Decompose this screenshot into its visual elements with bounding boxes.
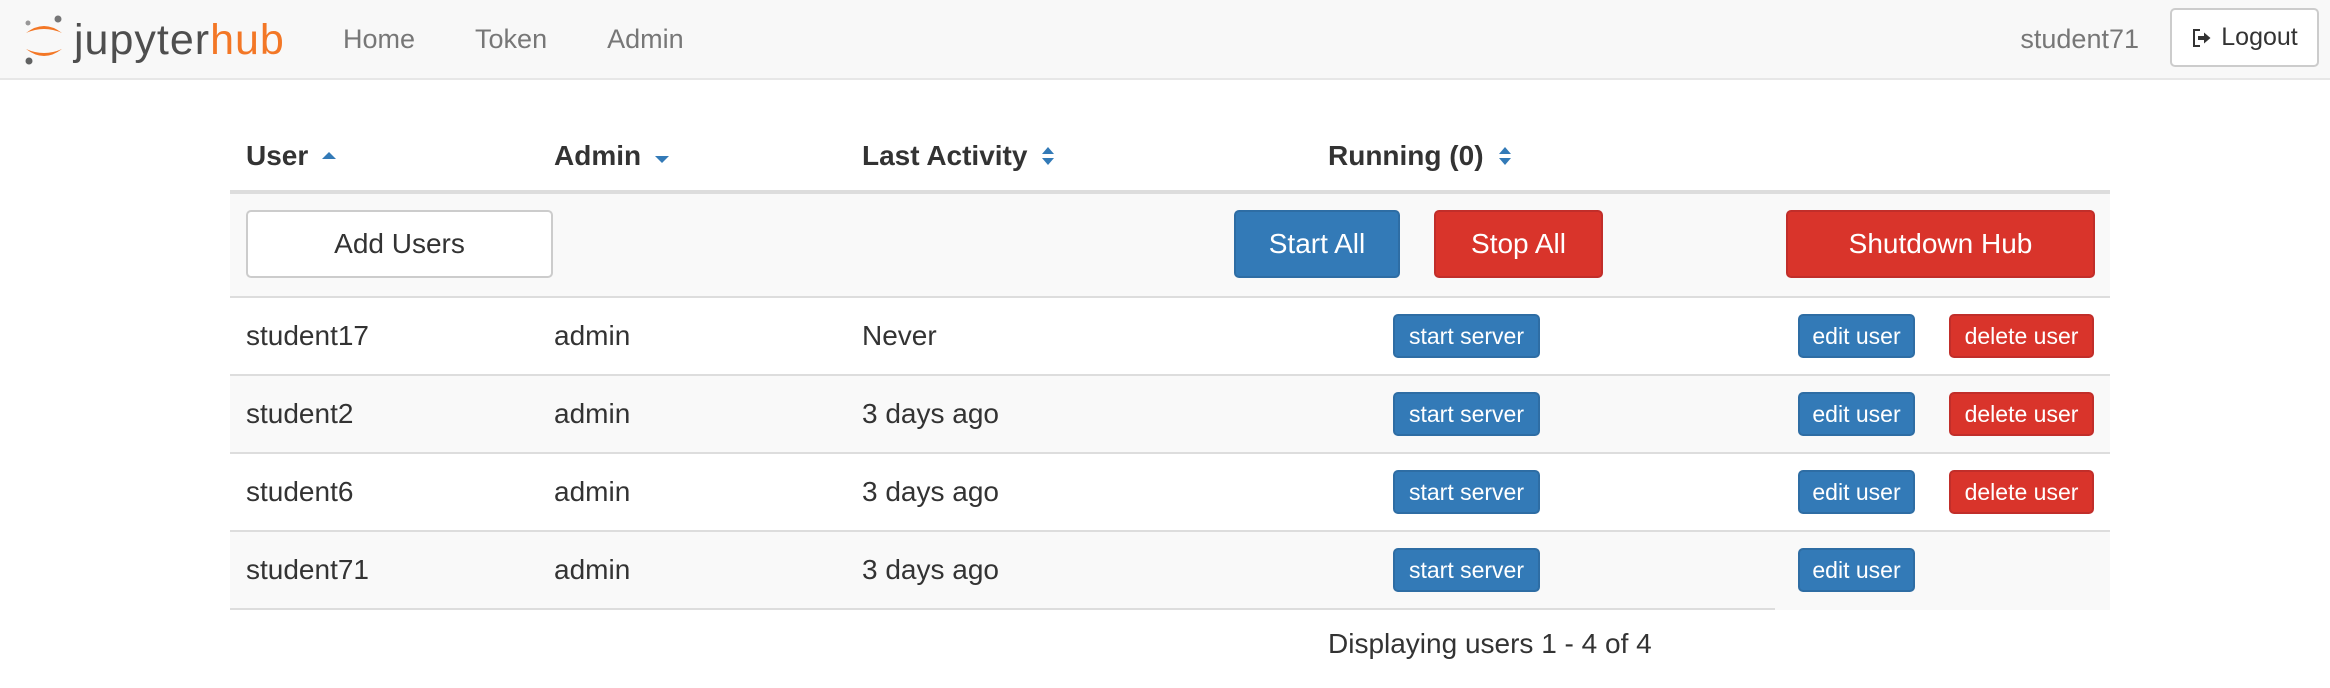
sort-icon: [1498, 147, 1511, 165]
last-activity-cell: 3 days ago: [862, 554, 999, 585]
table-row: student2 admin 3 days ago start server e…: [230, 376, 2110, 454]
delete-user-button[interactable]: delete user: [1949, 392, 2094, 436]
table-header: User Admin Last Activity Running (0): [230, 118, 2110, 194]
nav-links: Home Token Admin: [313, 0, 714, 78]
sign-out-icon: [2193, 28, 2211, 47]
nav-link-home[interactable]: Home: [313, 24, 445, 55]
admin-cell: admin: [554, 554, 631, 585]
header-running-label: Running (0): [1328, 140, 1484, 171]
users-table: User Admin Last Activity Running (0) Add…: [230, 118, 2110, 610]
shutdown-hub-button[interactable]: Shutdown Hub: [1786, 210, 2095, 278]
nav-link-admin[interactable]: Admin: [577, 24, 714, 55]
edit-user-button[interactable]: edit user: [1798, 314, 1915, 358]
delete-user-button[interactable]: delete user: [1949, 314, 2094, 358]
last-activity-cell: 3 days ago: [862, 398, 999, 429]
admin-cell: admin: [554, 320, 631, 351]
last-activity-cell: Never: [862, 320, 937, 351]
sort-asc-icon: [322, 152, 337, 159]
controls-row: Add Users Start All Stop All Shutdown Hu…: [230, 194, 2110, 298]
user-name-cell: student6: [246, 476, 354, 507]
logo-text: jupyterhub: [74, 15, 285, 64]
start-server-button[interactable]: start server: [1393, 392, 1540, 436]
admin-cell: admin: [554, 398, 631, 429]
current-username: student71: [2020, 23, 2139, 54]
admin-cell: admin: [554, 476, 631, 507]
navbar: jupyterhub Home Token Admin student71 Lo…: [0, 0, 2330, 80]
jupyterhub-logo[interactable]: jupyterhub: [20, 8, 285, 72]
add-users-button[interactable]: Add Users: [246, 210, 553, 278]
sort-icon: [1042, 147, 1055, 165]
start-server-button[interactable]: start server: [1393, 314, 1540, 358]
start-all-button[interactable]: Start All: [1234, 210, 1400, 278]
sort-by-running-header[interactable]: Running (0): [1328, 140, 1514, 172]
header-admin-label: Admin: [554, 140, 642, 171]
pagination-info: Displaying users 1 - 4 of 4: [1328, 628, 1652, 659]
header-last-activity-label: Last Activity: [862, 140, 1028, 171]
logo-text-jupyter: jupyter: [74, 15, 211, 64]
logout-button[interactable]: Logout: [2170, 8, 2319, 67]
delete-user-button[interactable]: delete user: [1949, 470, 2094, 514]
user-name-cell: student2: [246, 398, 354, 429]
jupyter-logo-icon: [25, 15, 62, 65]
sort-desc-icon: [655, 156, 670, 163]
user-name-cell: student17: [246, 320, 369, 351]
sort-by-user-header[interactable]: User: [246, 140, 338, 172]
sort-by-admin-header[interactable]: Admin: [554, 140, 671, 172]
start-server-button[interactable]: start server: [1393, 548, 1540, 592]
user-name-cell: student71: [246, 554, 369, 585]
edit-user-button[interactable]: edit user: [1798, 470, 1915, 514]
edit-user-button[interactable]: edit user: [1798, 548, 1915, 592]
start-server-button[interactable]: start server: [1393, 470, 1540, 514]
table-row: student71 admin 3 days ago start server …: [230, 532, 2110, 610]
edit-user-button[interactable]: edit user: [1798, 392, 1915, 436]
logo-text-hub: hub: [210, 15, 285, 64]
nav-link-token[interactable]: Token: [445, 24, 577, 55]
table-row: student17 admin Never start server edit …: [230, 298, 2110, 376]
last-activity-cell: 3 days ago: [862, 476, 999, 507]
stop-all-button[interactable]: Stop All: [1434, 210, 1603, 278]
sort-by-last-activity-header[interactable]: Last Activity: [862, 140, 1057, 172]
table-row: student6 admin 3 days ago start server e…: [230, 454, 2110, 532]
logout-label: Logout: [2221, 23, 2298, 51]
header-user-label: User: [246, 140, 309, 171]
